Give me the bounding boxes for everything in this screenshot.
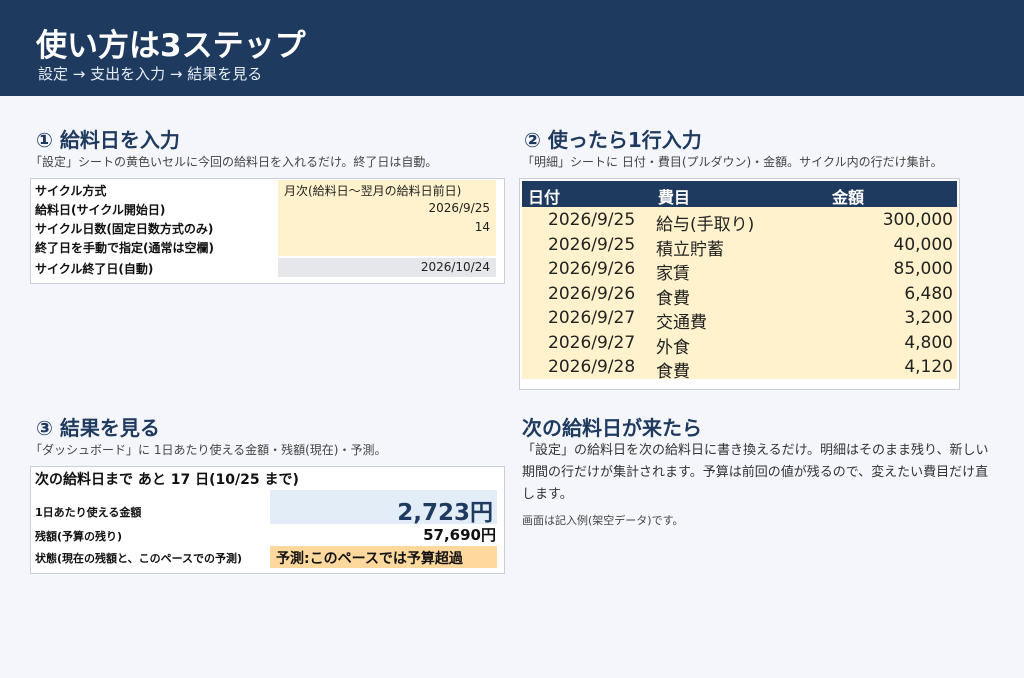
cell-category[interactable]: 外食: [656, 333, 690, 358]
cell-amount[interactable]: 85,000: [894, 259, 953, 279]
detail-sheet-card: 日付 費目 金額 2026/9/25 給与(手取り) 300,000 2026/…: [519, 178, 960, 390]
step1-title: ① 給料日を入力: [36, 128, 180, 152]
step3-desc: 「ダッシュボード」に 1日あたり使える金額・残額(現在)・予測。: [30, 443, 387, 457]
table-row: 2026/9/26 食費 6,480: [522, 283, 957, 309]
step3-title: ③ 結果を見る: [36, 416, 160, 440]
setting-value-cell: 2026/10/24: [278, 258, 496, 277]
table-row: 2026/9/27 外食 4,800: [522, 332, 957, 358]
column-header-amount: 金額: [832, 188, 865, 207]
daily-budget-value: 2,723円: [397, 500, 493, 526]
step2-desc: 「明細」シートに 日付・費目(プルダウン)・金額。サイクル内の行だけ集計。: [522, 155, 943, 169]
cell-amount[interactable]: 6,480: [904, 284, 953, 304]
cell-amount[interactable]: 40,000: [894, 235, 953, 255]
status-badge: 予測:このペースでは予算超過: [270, 546, 497, 568]
setting-value-cell[interactable]: [278, 237, 496, 256]
cell-date[interactable]: 2026/9/26: [548, 284, 635, 304]
cell-date[interactable]: 2026/9/28: [548, 357, 635, 377]
table-row: 2026/9/27 交通費 3,200: [522, 307, 957, 333]
cell-date[interactable]: 2026/9/27: [548, 333, 635, 353]
column-header-date: 日付: [528, 188, 561, 207]
cell-amount[interactable]: 300,000: [883, 210, 953, 230]
settings-row: サイクル方式 月次(給料日～翌月の給料日前日): [31, 180, 504, 199]
setting-value-cell[interactable]: 2026/9/25: [278, 199, 496, 218]
setting-label: 終了日を手動で指定(通常は空欄): [35, 241, 214, 255]
cell-amount[interactable]: 4,800: [904, 333, 953, 353]
header-banner: 使い方は3ステップ 設定 → 支出を入力 → 結果を見る: [0, 0, 1024, 96]
setting-value-cell[interactable]: 月次(給料日～翌月の給料日前日): [278, 180, 496, 199]
step2-title: ② 使ったら1行入力: [524, 128, 702, 152]
remaining-label: 残額(予算の残り): [35, 530, 123, 543]
cell-amount[interactable]: 4,120: [904, 357, 953, 377]
cell-category[interactable]: 給与(手取り): [656, 210, 754, 235]
table-body: 2026/9/25 給与(手取り) 300,000 2026/9/25 積立貯蓄…: [522, 207, 957, 382]
setting-label: サイクル終了日(自動): [35, 262, 154, 276]
table-row: 2026/9/25 積立貯蓄 40,000: [522, 234, 957, 260]
page-title: 使い方は3ステップ: [36, 28, 306, 64]
dashboard-card: 次の給料日まで あと 17 日(10/25 まで) 1日あたり使える金額 2,7…: [30, 466, 505, 574]
settings-row: サイクル終了日(自動) 2026/10/24: [31, 258, 504, 277]
status-label: 状態(現在の残額と、このペースでの予測): [35, 552, 243, 565]
daily-budget-cell: 2,723円: [270, 490, 497, 526]
sample-note: 画面は記入例(架空データ)です。: [522, 514, 684, 527]
remaining-value: 57,690円: [423, 526, 496, 544]
cell-category[interactable]: 食費: [656, 284, 690, 309]
setting-label: サイクル日数(固定日数方式のみ): [35, 222, 214, 236]
cell-category[interactable]: 食費: [656, 357, 690, 382]
settings-sheet-card: サイクル方式 月次(給料日～翌月の給料日前日) 給料日(サイクル開始日) 202…: [30, 178, 505, 284]
settings-row: 終了日を手動で指定(通常は空欄): [31, 237, 504, 256]
countdown-text: 次の給料日まで あと 17 日(10/25 まで): [35, 472, 299, 488]
table-row: 2026/9/28 食費 4,120: [522, 356, 957, 382]
setting-label: 給料日(サイクル開始日): [35, 203, 166, 217]
column-header-category: 費目: [658, 188, 691, 207]
table-row: 2026/9/26 家賃 85,000: [522, 258, 957, 284]
page-subtitle: 設定 → 支出を入力 → 結果を見る: [38, 65, 263, 83]
cell-date[interactable]: 2026/9/27: [548, 308, 635, 328]
step1-desc: 「設定」シートの黄色いセルに今回の給料日を入れるだけ。終了日は自動。: [30, 155, 438, 169]
cell-amount[interactable]: 3,200: [904, 308, 953, 328]
daily-budget-label: 1日あたり使える金額: [35, 506, 142, 519]
next-payday-title: 次の給料日が来たら: [522, 416, 702, 440]
cell-date[interactable]: 2026/9/25: [548, 210, 635, 230]
cell-category[interactable]: 家賃: [656, 259, 690, 284]
setting-label: サイクル方式: [35, 184, 107, 198]
settings-row: 給料日(サイクル開始日) 2026/9/25: [31, 199, 504, 218]
setting-value-cell[interactable]: 14: [278, 218, 496, 237]
cell-date[interactable]: 2026/9/26: [548, 259, 635, 279]
cell-category[interactable]: 積立貯蓄: [656, 235, 724, 260]
table-header: 日付 費目 金額: [522, 181, 957, 207]
cell-date[interactable]: 2026/9/25: [548, 235, 635, 255]
table-row: 2026/9/25 給与(手取り) 300,000: [522, 209, 957, 235]
cell-category[interactable]: 交通費: [656, 308, 707, 333]
settings-row: サイクル日数(固定日数方式のみ) 14: [31, 218, 504, 237]
next-payday-desc: 「設定」の給料日を次の給料日に書き換えるだけ。明細はそのまま残り、新しい期間の行…: [522, 443, 989, 502]
